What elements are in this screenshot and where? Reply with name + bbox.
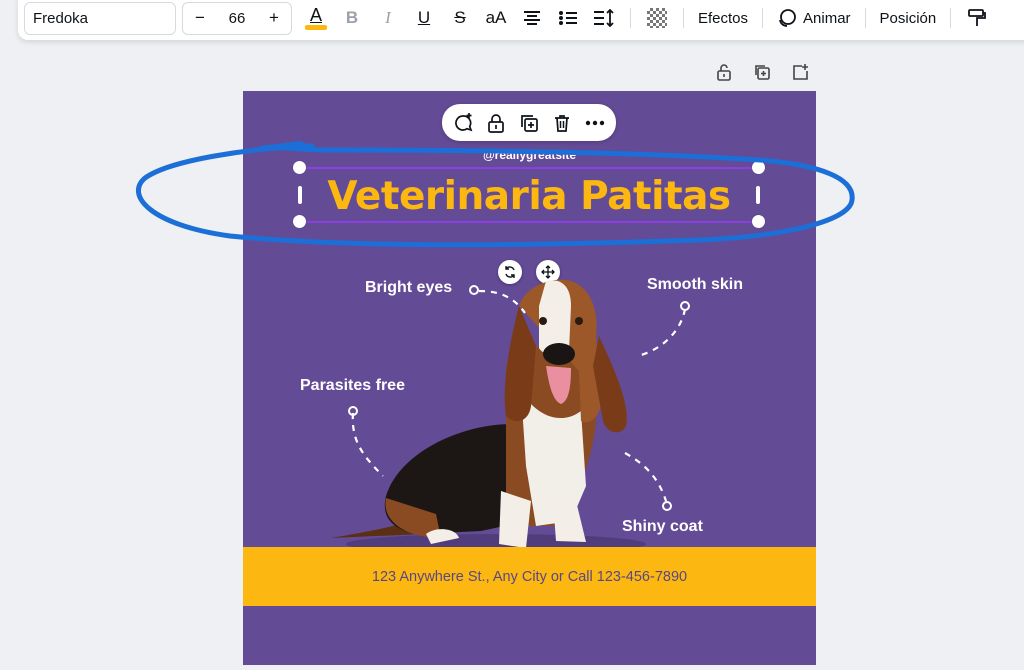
callout-parasites-free[interactable]: Parasites free [300, 377, 405, 395]
duplicate-page-icon[interactable] [750, 60, 774, 84]
underline-button[interactable]: U [406, 2, 442, 35]
spacing-button[interactable] [586, 2, 622, 35]
address-banner[interactable]: 123 Anywhere St., Any City or Call 123-4… [243, 547, 816, 606]
toolbar-divider [950, 8, 952, 28]
animate-button[interactable]: Animar [771, 2, 857, 35]
font-size-stepper: − 66 + [182, 1, 292, 35]
letter-case-button[interactable]: aA [478, 2, 514, 35]
callout-smooth-skin[interactable]: Smooth skin [647, 276, 743, 294]
add-page-icon[interactable] [788, 60, 812, 84]
animate-label: Animar [803, 9, 851, 27]
increase-size-button[interactable]: + [267, 8, 281, 28]
line-spacing-icon [594, 9, 614, 27]
strikethrough-button[interactable]: S [442, 2, 478, 35]
list-button[interactable] [550, 2, 586, 35]
toolbar-divider [762, 8, 764, 28]
toolbar-divider [864, 8, 866, 28]
position-button[interactable]: Posición [874, 2, 943, 35]
callout-bright-eyes[interactable]: Bright eyes [365, 279, 452, 297]
design-canvas[interactable]: @reallygreatsite Veterinaria Patitas Bri… [243, 91, 816, 665]
callout-lines [348, 285, 690, 511]
font-size-value[interactable]: 66 [229, 10, 246, 27]
bullet-list-icon [559, 11, 577, 25]
address-text: 123 Anywhere St., Any City or Call 123-4… [371, 568, 688, 585]
transparency-button[interactable] [639, 2, 675, 35]
toolbar-divider [683, 8, 684, 28]
italic-button[interactable]: I [370, 2, 406, 35]
editor-toolbar: Fredoka − 66 + A B I U S aA Efectos Anim… [18, 0, 1024, 40]
bold-button[interactable]: B [334, 2, 370, 35]
toolbar-divider [630, 8, 631, 28]
align-center-icon [524, 11, 540, 25]
text-color-swatch [305, 25, 327, 30]
align-center-button[interactable] [514, 2, 550, 35]
copy-style-button[interactable] [959, 2, 995, 35]
text-color-icon: A [309, 5, 322, 25]
transparency-icon [647, 8, 667, 28]
effects-button[interactable]: Efectos [692, 2, 754, 35]
page-actions [712, 60, 812, 84]
animate-icon [779, 9, 796, 27]
font-family-select[interactable]: Fredoka [24, 1, 176, 35]
lock-icon[interactable] [712, 60, 736, 84]
text-color-button[interactable]: A [298, 2, 334, 35]
paint-roller-icon [968, 9, 987, 26]
callout-shiny-coat[interactable]: Shiny coat [622, 518, 703, 536]
decrease-size-button[interactable]: − [193, 8, 207, 28]
